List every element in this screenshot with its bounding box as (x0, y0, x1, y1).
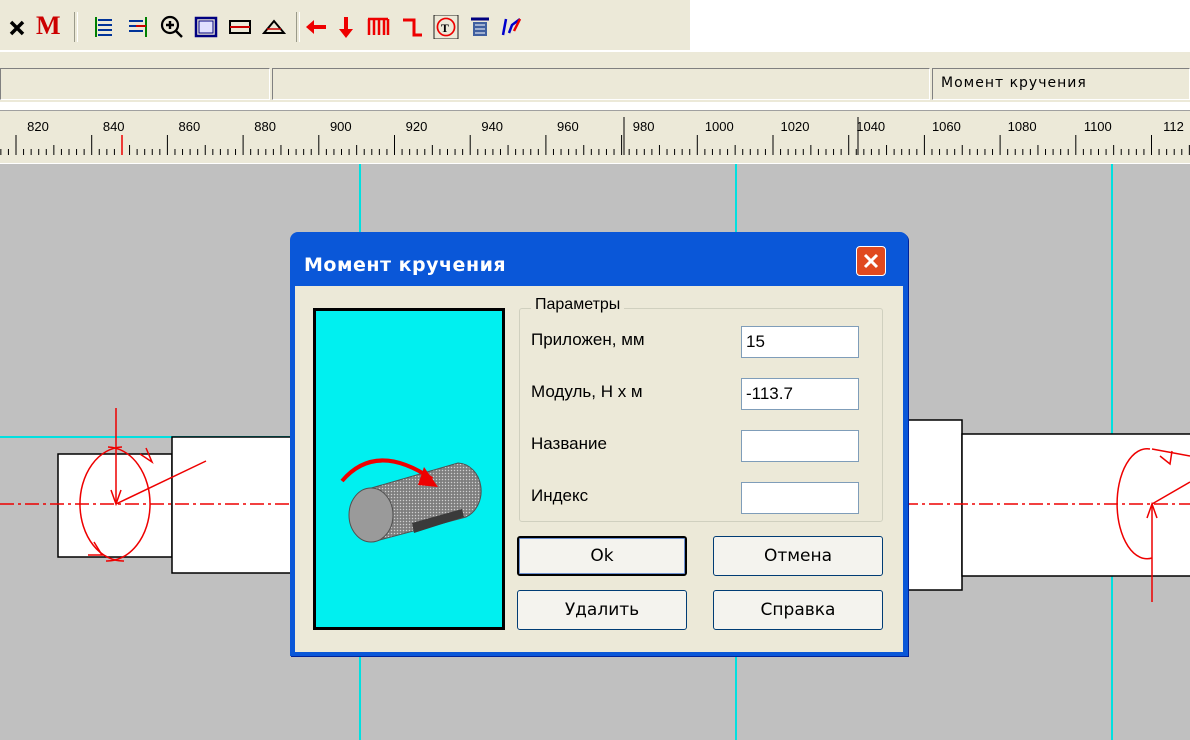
toolbar-separator (296, 12, 300, 42)
shaft-section[interactable] (171, 436, 303, 574)
section-icon[interactable] (228, 15, 252, 39)
arrow-down-icon[interactable] (334, 15, 358, 39)
index-input[interactable] (741, 482, 859, 514)
modulus-input[interactable]: -113.7 (741, 378, 859, 410)
status-pane-right: Момент кручения (932, 68, 1190, 100)
name-label: Название (531, 434, 607, 453)
modulus-label: Модуль, Н х м (531, 382, 643, 401)
horizontal-ruler: 820 840 860 880 900 920 940 960 980 1000 1020 1040 1… (0, 110, 1190, 163)
ruler-label: 1040 (856, 119, 885, 134)
ruler-label: 980 (633, 119, 655, 134)
ruler-label: 112 (1163, 119, 1184, 134)
shaft-section[interactable] (903, 419, 963, 591)
torque-dialog: Момент кручения Параметры Приложен, мм 1… (290, 232, 908, 656)
ok-button[interactable]: Ok (517, 536, 687, 576)
calc-icon[interactable] (500, 15, 524, 39)
torque-preview-image (313, 308, 505, 630)
dialog-body: Параметры Приложен, мм 15 Модуль, Н х м … (295, 286, 903, 652)
torque-icon[interactable]: T (432, 15, 460, 39)
ruler-label: 1000 (705, 119, 734, 134)
zoom-in-icon[interactable] (160, 15, 184, 39)
toolbar-empty-area (690, 0, 1190, 50)
applied-at-label: Приложен, мм (531, 330, 645, 349)
ruler-label: 880 (254, 119, 276, 134)
ruler-label: 900 (330, 119, 352, 134)
shaft-section-left[interactable] (57, 453, 173, 558)
ruler-label: 840 (103, 119, 125, 134)
moment-m-icon[interactable]: M (36, 12, 61, 40)
frame-icon[interactable] (194, 15, 218, 39)
status-pane-middle (272, 68, 930, 100)
ruler-scale: 820 840 860 880 900 920 940 960 980 1000 1020 1040 1… (0, 117, 1190, 155)
ruler-label: 860 (179, 119, 201, 134)
dialog-close-button[interactable] (856, 246, 886, 276)
status-pane-left (0, 68, 270, 100)
ruler-label: 1080 (1008, 119, 1037, 134)
cancel-button[interactable]: Отмена (713, 536, 883, 576)
ruler-label: 1020 (781, 119, 810, 134)
ruler-label: 1100 (1084, 119, 1112, 134)
index-label: Индекс (531, 486, 589, 505)
distributed-load-icon[interactable] (366, 15, 390, 39)
close-icon (863, 253, 879, 269)
parameters-group-title: Параметры (531, 296, 625, 314)
hatch-left-icon[interactable] (92, 15, 116, 39)
ruler-label: 940 (481, 119, 503, 134)
step-icon[interactable] (400, 15, 424, 39)
ruler-label: 820 (27, 119, 49, 134)
delete-button[interactable]: Удалить (517, 590, 687, 630)
ruler-label: 920 (406, 119, 428, 134)
dialog-title: Момент кручения (304, 254, 507, 276)
help-button[interactable]: Справка (713, 590, 883, 630)
ruler-label: 1060 (932, 119, 961, 134)
cone-icon[interactable] (262, 15, 286, 39)
toolbar-separator (74, 12, 78, 42)
ruler-label: 960 (557, 119, 579, 134)
status-bar: Момент кручения (0, 52, 1190, 102)
applied-at-input[interactable]: 15 (741, 326, 859, 358)
toolbar: M T (0, 0, 1190, 50)
name-input[interactable] (741, 430, 859, 462)
close-icon[interactable] (6, 15, 30, 39)
svg-text:T: T (441, 21, 449, 35)
status-text-mode: Момент кручения (941, 75, 1087, 91)
cylinder-torque-icon (340, 458, 482, 543)
shaft-section-right[interactable] (961, 433, 1190, 577)
support-icon[interactable] (468, 15, 492, 39)
arrow-left-icon[interactable] (304, 15, 328, 39)
hatch-right-icon[interactable] (126, 15, 150, 39)
